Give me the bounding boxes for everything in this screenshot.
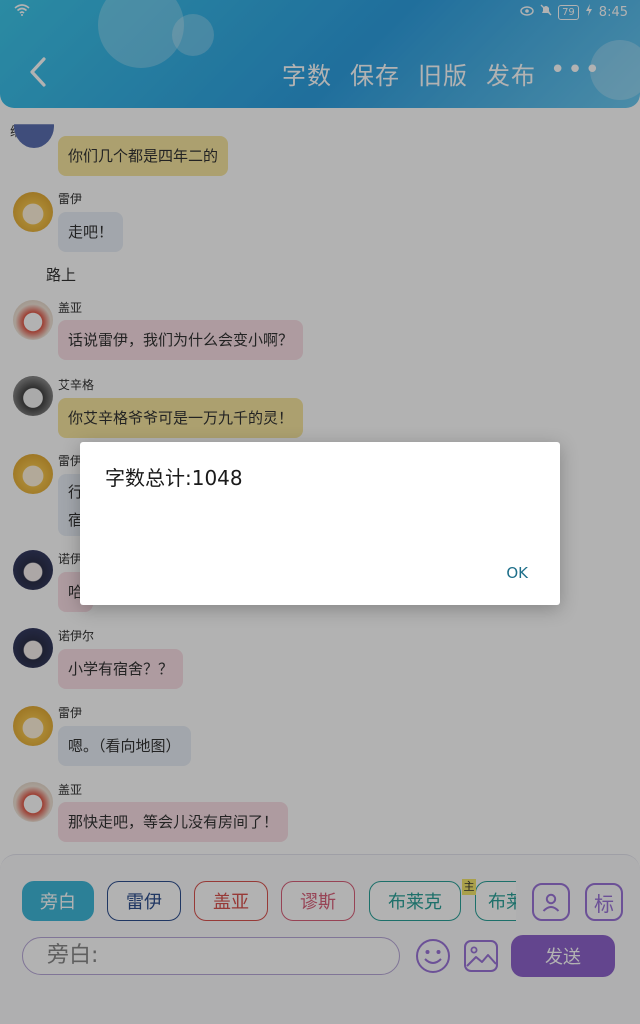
word-count-dialog: 字数总计:1048 OK [80, 442, 560, 605]
ok-button[interactable]: OK [506, 564, 528, 582]
dialog-message: 字数总计:1048 [105, 466, 243, 490]
